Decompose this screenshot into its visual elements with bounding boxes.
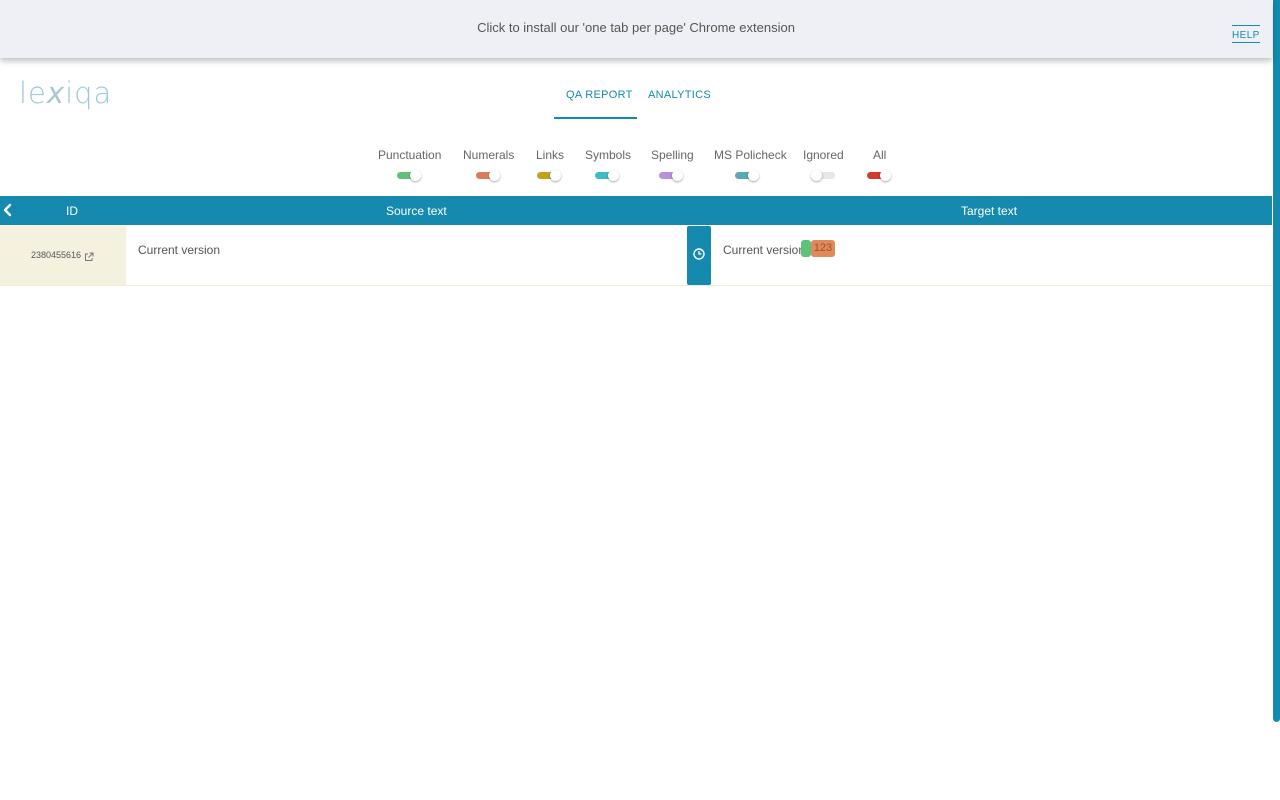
filter-label: Links	[536, 148, 564, 162]
target-text-cell: Current version	[723, 243, 805, 257]
filter-label: Punctuation	[378, 148, 441, 162]
filter-numerals[interactable]: Numerals	[463, 148, 514, 162]
chevron-left-icon[interactable]	[2, 203, 14, 217]
chrome-extension-banner[interactable]: Click to install our 'one tab per page' …	[0, 0, 1272, 58]
external-link-icon[interactable]	[84, 249, 94, 259]
toggle-knob	[672, 170, 683, 181]
numerals-toggle[interactable]	[476, 172, 498, 179]
toggle-knob	[550, 170, 561, 181]
toggle-knob	[748, 170, 759, 181]
filter-label: MS Policheck	[714, 148, 787, 162]
toggle-knob	[489, 170, 500, 181]
filter-label: Ignored	[803, 148, 844, 162]
header-source-text: Source text	[386, 204, 447, 218]
numeral-highlight[interactable]: 123	[811, 240, 835, 257]
header-id: ID	[66, 204, 78, 218]
clock-icon	[693, 248, 705, 260]
filter-ignored[interactable]: Ignored	[803, 148, 844, 162]
punctuation-highlight[interactable]	[801, 240, 811, 257]
tab-qa-report[interactable]: QA REPORT	[566, 89, 633, 101]
filter-symbols[interactable]: Symbols	[585, 148, 631, 162]
source-text-cell: Current version	[138, 243, 220, 257]
table-header: ID Source text Target text	[0, 196, 1272, 225]
ignored-toggle[interactable]	[813, 172, 835, 179]
segment-id: 2380455616	[31, 250, 81, 260]
filter-label: Spelling	[651, 148, 694, 162]
help-link[interactable]: HELP	[1232, 25, 1260, 43]
filter-label: All	[873, 148, 886, 162]
id-cell: 2380455616	[0, 226, 126, 285]
table-row: 2380455616 Current version Current versi…	[0, 226, 1272, 286]
header-target-text: Target text	[961, 204, 1017, 218]
spelling-toggle[interactable]	[659, 172, 681, 179]
logo-text-1: le	[19, 76, 47, 110]
filter-punctuation[interactable]: Punctuation	[378, 148, 441, 162]
active-tab-indicator	[554, 117, 637, 119]
tab-analytics[interactable]: ANALYTICS	[648, 89, 711, 101]
filter-label: Numerals	[463, 148, 514, 162]
symbols-toggle[interactable]	[595, 172, 617, 179]
filter-ms-policheck[interactable]: MS Policheck	[714, 148, 787, 162]
toggle-knob	[880, 170, 891, 181]
filter-label: Symbols	[585, 148, 631, 162]
toggle-knob	[811, 170, 822, 181]
toggle-knob	[410, 170, 421, 181]
banner-text: Click to install our 'one tab per page' …	[0, 20, 1272, 35]
all-toggle[interactable]	[867, 172, 889, 179]
scrollbar-thumb[interactable]	[1273, 0, 1280, 722]
logo-text-2: x	[47, 76, 65, 110]
links-toggle[interactable]	[537, 172, 559, 179]
toggle-knob	[608, 170, 619, 181]
filter-links[interactable]: Links	[536, 148, 564, 162]
filter-spelling[interactable]: Spelling	[651, 148, 694, 162]
ms-policheck-toggle[interactable]	[735, 172, 757, 179]
logo-text-3: iqa	[65, 76, 112, 110]
lexiqa-logo: lexiqa	[19, 76, 112, 110]
filter-all[interactable]: All	[873, 148, 886, 162]
punctuation-toggle[interactable]	[397, 172, 419, 179]
version-history-button[interactable]	[687, 226, 711, 285]
